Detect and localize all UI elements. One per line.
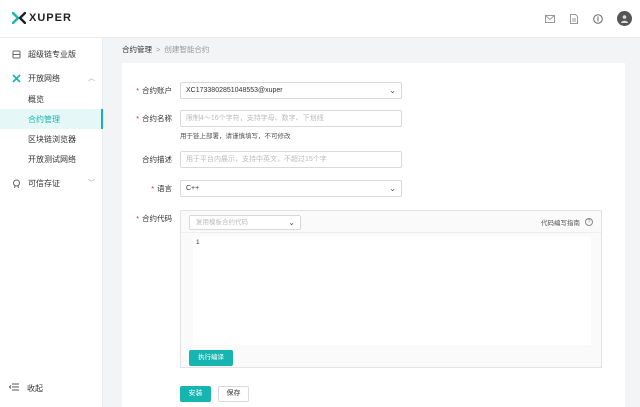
collapse-label: 收起 bbox=[27, 383, 43, 393]
top-bar: XUPER bbox=[0, 0, 640, 38]
sidebar-item-trusted-evidence[interactable]: 可信存证 ﹀ bbox=[0, 173, 103, 193]
sidebar-item-contract-management[interactable]: 合约管理 bbox=[0, 109, 103, 129]
chevron-down-icon: ⌄ bbox=[389, 86, 396, 95]
template-select[interactable]: 复用模板合约代码 ⌄ bbox=[189, 215, 301, 230]
save-button[interactable]: 保存 bbox=[218, 386, 249, 402]
language-select[interactable]: C++ ⌄ bbox=[180, 180, 402, 197]
description-label: 合约描述 bbox=[142, 155, 172, 164]
certificate-icon bbox=[12, 179, 21, 188]
logo-text: XUPER bbox=[29, 12, 72, 24]
chevron-down-icon: ⌄ bbox=[288, 218, 295, 227]
collapse-sidebar-button[interactable]: 收起 bbox=[0, 378, 103, 398]
sidebar-item-label: 合约管理 bbox=[28, 114, 60, 124]
description-input[interactable]: 用于平台内展示，支持中英文，不超过15个字 bbox=[180, 151, 402, 168]
sidebar-item-label: 可信存证 bbox=[28, 178, 60, 188]
code-guide-link[interactable]: 代码编写指南? bbox=[541, 217, 593, 227]
code-editor-panel: 复用模板合约代码 ⌄ 代码编写指南? 1 执行编译 bbox=[180, 210, 602, 368]
sidebar-item-pro[interactable]: 超级链专业版 bbox=[0, 44, 103, 64]
logo[interactable]: XUPER bbox=[12, 12, 72, 24]
code-label: * 合约代码 bbox=[136, 214, 172, 223]
breadcrumb-parent[interactable]: 合约管理 bbox=[122, 45, 152, 54]
sidebar-item-label: 超级链专业版 bbox=[28, 49, 76, 59]
chevron-up-icon: ︿ bbox=[88, 75, 95, 82]
breadcrumb: 合约管理 > 创建智能合约 bbox=[122, 44, 209, 55]
name-hint: 用于链上部署，请谨慎填写，不可修改 bbox=[180, 133, 291, 140]
language-label: * 语言 bbox=[151, 184, 172, 193]
sidebar-item-label: 开放测试网络 bbox=[28, 154, 76, 164]
sidebar-item-test-network[interactable]: 开放测试网络 bbox=[0, 149, 103, 169]
sidebar-item-label: 概览 bbox=[28, 94, 44, 104]
breadcrumb-separator: > bbox=[156, 45, 161, 54]
document-icon[interactable] bbox=[567, 12, 581, 26]
sidebar-item-label: 区块链浏览器 bbox=[28, 134, 76, 144]
install-button[interactable]: 安装 bbox=[180, 386, 211, 402]
code-editor[interactable] bbox=[193, 237, 591, 345]
sidebar-item-block-explorer[interactable]: 区块链浏览器 bbox=[0, 129, 103, 149]
name-label: * 合约名称 bbox=[136, 114, 172, 123]
breadcrumb-current: 创建智能合约 bbox=[164, 45, 210, 54]
account-select[interactable]: XC1733802851048553@xuper ⌄ bbox=[180, 82, 402, 99]
network-icon bbox=[12, 73, 21, 83]
sidebar-item-overview[interactable]: 概览 bbox=[0, 89, 103, 109]
line-number: 1 bbox=[196, 239, 200, 246]
mail-icon[interactable] bbox=[543, 12, 557, 26]
coin-icon[interactable] bbox=[591, 12, 605, 26]
grid-icon bbox=[12, 50, 21, 59]
help-icon: ? bbox=[585, 218, 593, 226]
chevron-down-icon: ﹀ bbox=[88, 180, 95, 187]
create-contract-form: * 合约账户 XC1733802851048553@xuper ⌄ * 合约名称 限制… bbox=[122, 63, 625, 407]
sidebar-item-label: 开放网络 bbox=[28, 73, 60, 83]
collapse-icon bbox=[8, 383, 19, 393]
xuper-logo-icon bbox=[12, 12, 26, 24]
account-label: * 合约账户 bbox=[136, 86, 172, 95]
user-avatar[interactable] bbox=[617, 11, 632, 26]
sidebar-item-open-network[interactable]: 开放网络 ︿ bbox=[0, 68, 103, 88]
chevron-down-icon: ⌄ bbox=[389, 184, 396, 193]
code-toolbar: 复用模板合约代码 ⌄ 代码编写指南? bbox=[181, 211, 601, 233]
compile-button[interactable]: 执行编译 bbox=[189, 350, 233, 366]
name-input[interactable]: 限制4～16个字符，支持字母、数字、下划线 bbox=[180, 110, 402, 127]
sidebar: 超级链专业版 开放网络 ︿ 概览 合约管理 区块链浏览器 开放测试网络 可信存证… bbox=[0, 38, 103, 407]
